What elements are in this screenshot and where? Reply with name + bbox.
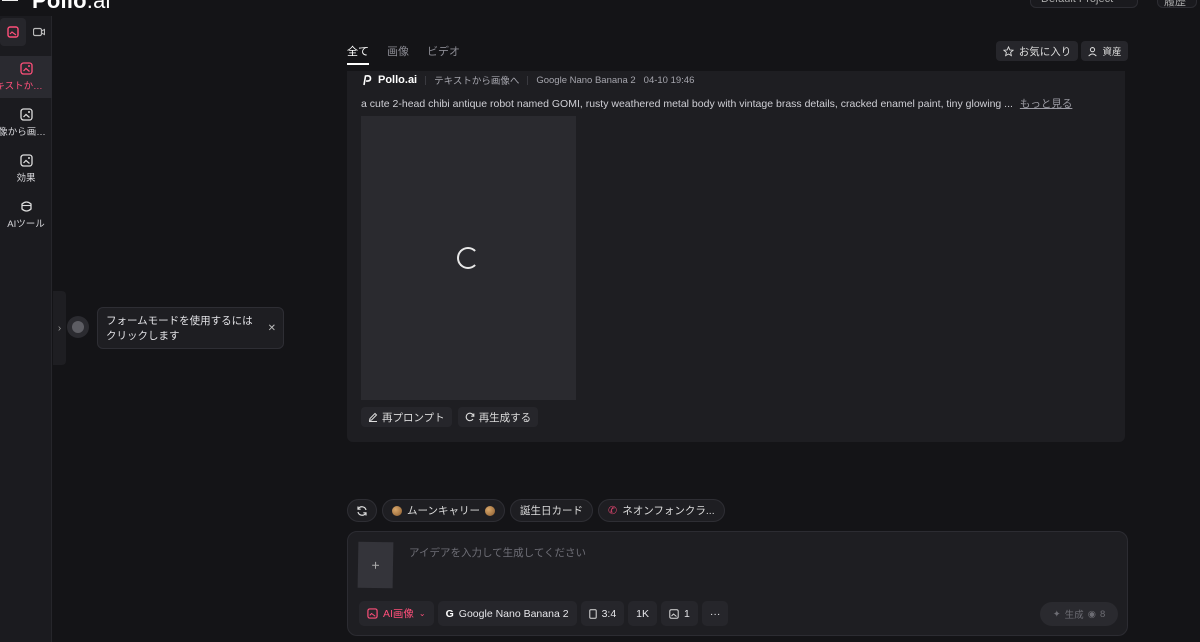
- sparkle-icon: ✦: [1052, 608, 1061, 620]
- logo[interactable]: Pollo.ai: [32, 0, 111, 14]
- sidebar-item-label: 効果: [16, 173, 36, 184]
- timestamp: 04-10 19:46: [643, 74, 695, 86]
- reprompt-button[interactable]: 再プロンプト: [361, 407, 452, 427]
- image-mode-tab[interactable]: [0, 18, 26, 46]
- model-selector[interactable]: G Google Nano Banana 2: [437, 601, 577, 626]
- prompt-composer: + アイデアを入力して生成してください AI画像 ⌄ G Google Nano…: [347, 531, 1128, 636]
- suggestion-chip[interactable]: ✆ ネオンフォンクラ...: [597, 499, 725, 522]
- sidebar-item-text-to-image[interactable]: キストか…: [0, 56, 52, 98]
- panel-expand-handle[interactable]: ›: [53, 291, 66, 365]
- text-to-image-icon: [19, 62, 33, 75]
- model-name: Google Nano Banana 2: [536, 74, 636, 86]
- toggle-dot-icon: [72, 321, 84, 333]
- suggestion-chip[interactable]: ムーンキャリー: [382, 499, 505, 522]
- left-rail: キストか… 像から画… 効果 AIツール: [0, 16, 52, 642]
- composer-controls: AI画像 ⌄ G Google Nano Banana 2 3:4 1K 1 ·…: [359, 601, 729, 626]
- card-actions: 再プロンプト 再生成する: [361, 407, 539, 427]
- cookie-icon: [484, 505, 495, 516]
- content-tabs: 全て 画像 ビデオ: [347, 43, 460, 65]
- image-mode-icon: [367, 608, 378, 619]
- edit-icon: [368, 412, 378, 422]
- history-button[interactable]: 履歴: [1157, 0, 1197, 8]
- generation-mode: テキストから画像へ: [434, 76, 520, 87]
- generated-image-placeholder[interactable]: [361, 116, 576, 400]
- more-options-button[interactable]: ···: [701, 601, 729, 626]
- tab-all[interactable]: 全て: [347, 43, 369, 65]
- video-icon: [33, 27, 45, 37]
- image-count-selector[interactable]: 1: [661, 601, 698, 626]
- regenerate-button[interactable]: 再生成する: [457, 407, 539, 427]
- prompt-text: a cute 2-head chibi antique robot named …: [361, 98, 1073, 110]
- menu-icon[interactable]: [2, 0, 18, 6]
- chevron-down-icon: ⌄: [418, 609, 426, 618]
- card-header: Pollo.ai テキストから画像へ Google Nano Banana 2 …: [361, 73, 694, 87]
- cookie-icon: [392, 505, 402, 516]
- form-mode-toggle[interactable]: [67, 316, 89, 338]
- top-bar: Pollo.ai Default Project 履歴: [0, 0, 1200, 16]
- effects-icon: [19, 154, 33, 167]
- form-mode-tooltip: フォームモードを使用するにはクリックします ✕: [97, 307, 284, 349]
- assets-button[interactable]: 資産: [1081, 41, 1128, 61]
- show-more-link[interactable]: もっと見る: [1020, 98, 1073, 110]
- phone-icon: ✆: [607, 505, 618, 517]
- refresh-icon: [357, 505, 367, 516]
- tab-images[interactable]: 画像: [387, 43, 409, 65]
- sidebar-item-effects[interactable]: 効果: [0, 148, 52, 190]
- image-mode-icon: [7, 26, 19, 38]
- suggestion-row: ムーンキャリー 誕生日カード ✆ ネオンフォンクラ...: [347, 499, 725, 522]
- sidebar-item-label: 像から画…: [0, 127, 46, 138]
- aspect-ratio-selector[interactable]: 3:4: [580, 601, 625, 626]
- sidebar-item-ai-tools[interactable]: AIツール: [0, 194, 52, 236]
- ai-tools-icon: [20, 201, 32, 212]
- resolution-selector[interactable]: 1K: [628, 601, 658, 626]
- mode-dropdown[interactable]: AI画像 ⌄: [359, 601, 434, 626]
- rail-tabs: [0, 18, 52, 46]
- star-icon: [1002, 45, 1014, 57]
- favorites-button[interactable]: お気に入り: [996, 41, 1078, 61]
- prompt-input[interactable]: アイデアを入力して生成してください: [409, 545, 586, 560]
- sidebar-item-image-to-image[interactable]: 像から画…: [0, 102, 52, 144]
- refresh-icon: [465, 412, 475, 422]
- user-icon: [1088, 46, 1098, 56]
- aspect-ratio-icon: [588, 608, 597, 619]
- video-mode-tab[interactable]: [26, 18, 52, 46]
- google-icon: G: [445, 607, 454, 620]
- divider: [425, 75, 427, 85]
- credit-icon: ◉: [1087, 608, 1096, 620]
- image-to-image-icon: [19, 108, 33, 121]
- plus-icon: +: [371, 556, 380, 574]
- upload-image-button[interactable]: +: [357, 541, 394, 589]
- pollo-logo-icon: [363, 74, 372, 86]
- result-card: Pollo.ai テキストから画像へ Google Nano Banana 2 …: [347, 71, 1125, 442]
- divider: [527, 75, 529, 85]
- tab-videos[interactable]: ビデオ: [427, 43, 460, 65]
- sidebar-item-label: キストか…: [0, 81, 43, 92]
- brand: Pollo.ai: [361, 74, 417, 86]
- sidebar-item-label: AIツール: [7, 219, 45, 230]
- more-icon: ···: [709, 607, 721, 620]
- close-icon[interactable]: ✕: [268, 321, 276, 336]
- loading-spinner-icon: [457, 247, 479, 269]
- generate-button[interactable]: ✦ 生成 ◉ 8: [1040, 602, 1118, 626]
- project-selector[interactable]: Default Project: [1030, 0, 1138, 8]
- suggestion-chip[interactable]: 誕生日カード: [509, 499, 593, 522]
- image-count-icon: [669, 608, 679, 619]
- refresh-suggestions-button[interactable]: [347, 499, 377, 522]
- chevron-right-icon: ›: [57, 322, 62, 334]
